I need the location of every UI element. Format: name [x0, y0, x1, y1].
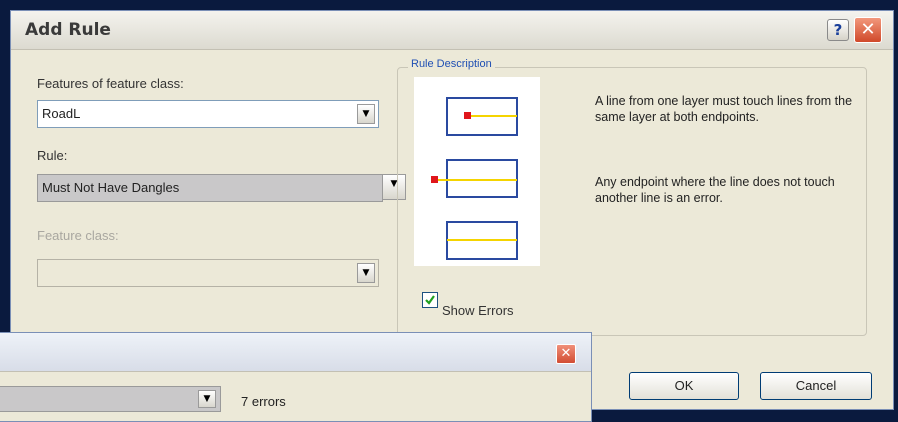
features-select[interactable]: RoadL ▼ — [37, 100, 379, 128]
feature-class-label: Feature class: — [37, 228, 119, 243]
secondary-dialog: ✕ ▼ 7 errors — [0, 332, 592, 422]
chevron-down-icon[interactable]: ▼ — [357, 104, 375, 124]
close-icon[interactable]: ✕ — [556, 344, 576, 364]
ok-button[interactable]: OK — [629, 372, 739, 400]
features-value: RoadL — [42, 106, 81, 121]
rule-description-text-1: A line from one layer must touch lines f… — [595, 94, 853, 124]
help-button[interactable]: ? — [827, 19, 849, 41]
chevron-down-icon[interactable]: ▼ — [198, 390, 216, 408]
dangle-diagram-icon — [431, 97, 518, 260]
feature-class-select[interactable]: ▼ — [37, 259, 379, 287]
title-bar[interactable]: Add Rule ? ✕ — [11, 11, 893, 50]
close-button[interactable]: ✕ — [854, 17, 882, 43]
cancel-button[interactable]: Cancel — [760, 372, 872, 400]
secondary-title-bar[interactable]: ✕ — [0, 333, 591, 372]
rule-description-text-2: Any endpoint where the line does not tou… — [595, 175, 835, 205]
rule-select[interactable]: Must Not Have Dangles ▼ — [37, 174, 406, 202]
rule-value: Must Not Have Dangles — [42, 180, 180, 195]
chevron-down-icon[interactable]: ▼ — [357, 263, 375, 283]
features-label: Features of feature class: — [37, 76, 184, 91]
diagram-error-point-2 — [431, 176, 438, 183]
diagram-box-2 — [446, 159, 518, 198]
secondary-select[interactable]: ▼ — [0, 386, 221, 412]
dialog-title: Add Rule — [25, 20, 111, 40]
rule-label: Rule: — [37, 148, 68, 163]
rule-diagram — [414, 77, 540, 266]
diagram-error-point-1 — [464, 112, 471, 119]
show-errors-checkbox[interactable] — [422, 292, 438, 308]
rule-description-title: Rule Description — [408, 58, 495, 70]
show-errors-label[interactable]: Show Errors — [442, 303, 514, 318]
error-count: 7 errors — [241, 394, 286, 409]
check-icon — [425, 295, 435, 305]
